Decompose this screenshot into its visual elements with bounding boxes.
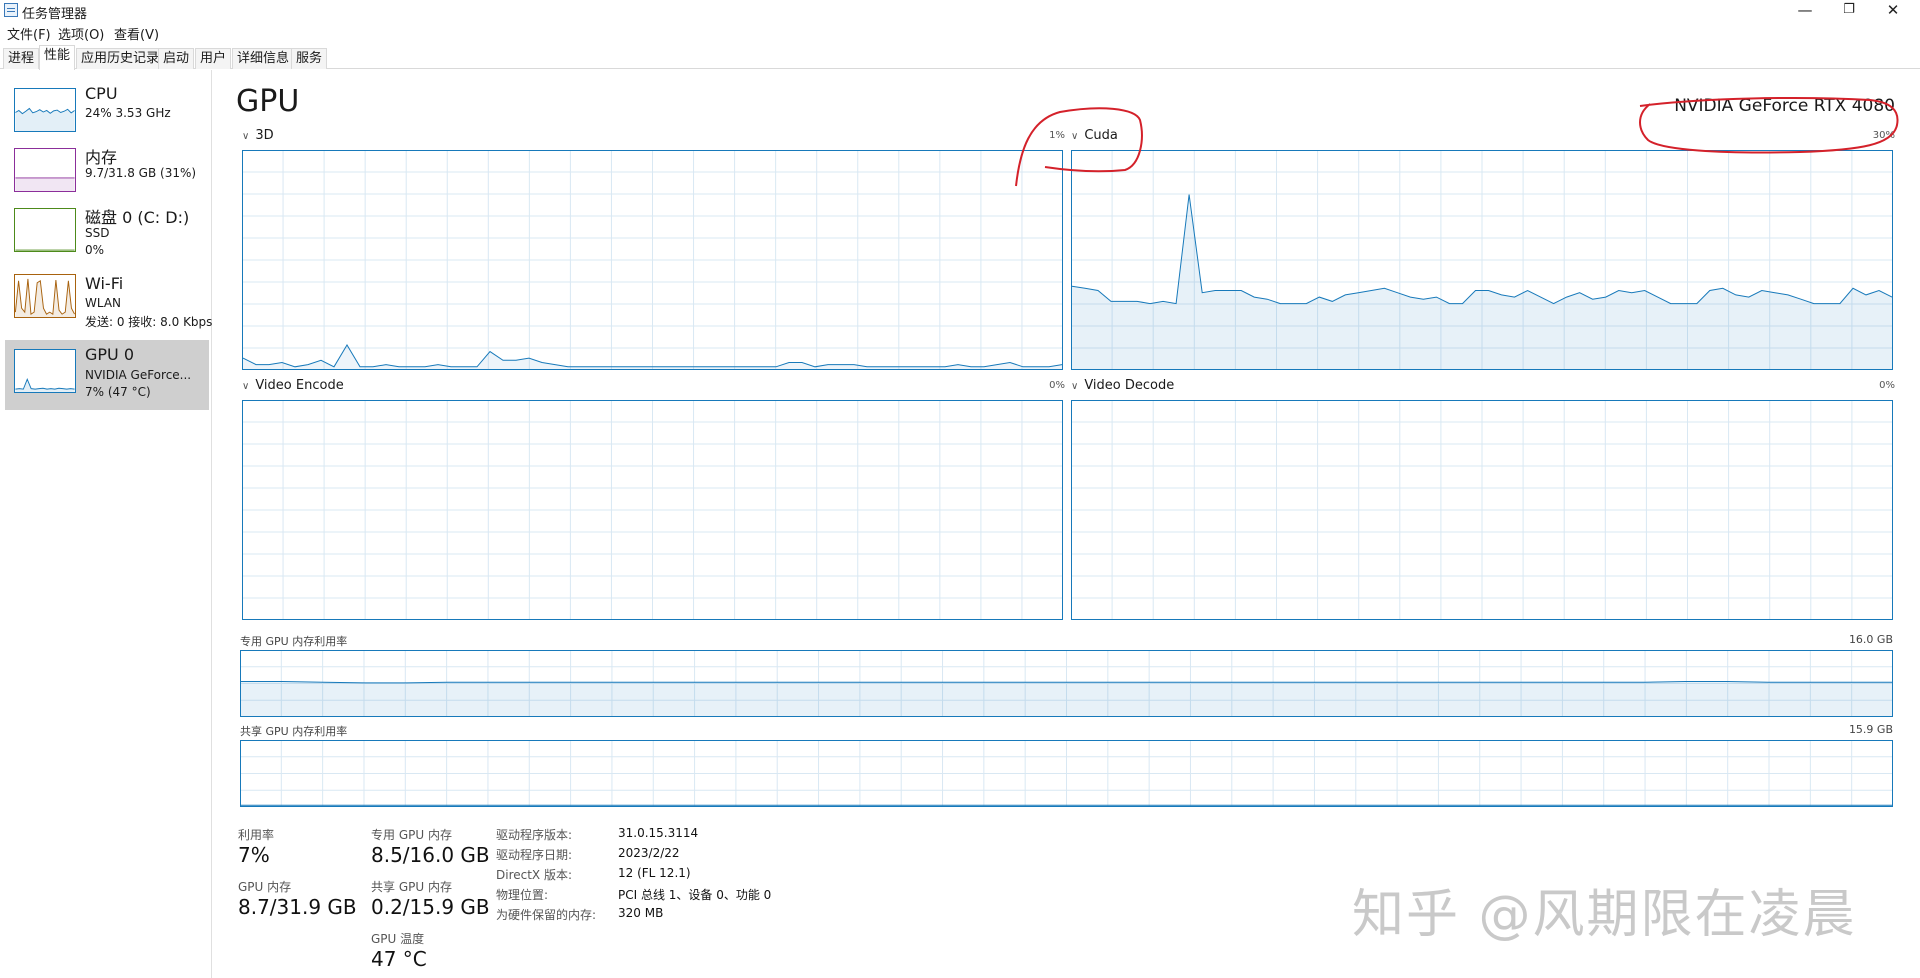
annotation-circle-gpu-name [1639, 97, 1899, 154]
red-annotation-marks [1015, 97, 1899, 187]
annotation-circle-cuda [1015, 107, 1143, 187]
